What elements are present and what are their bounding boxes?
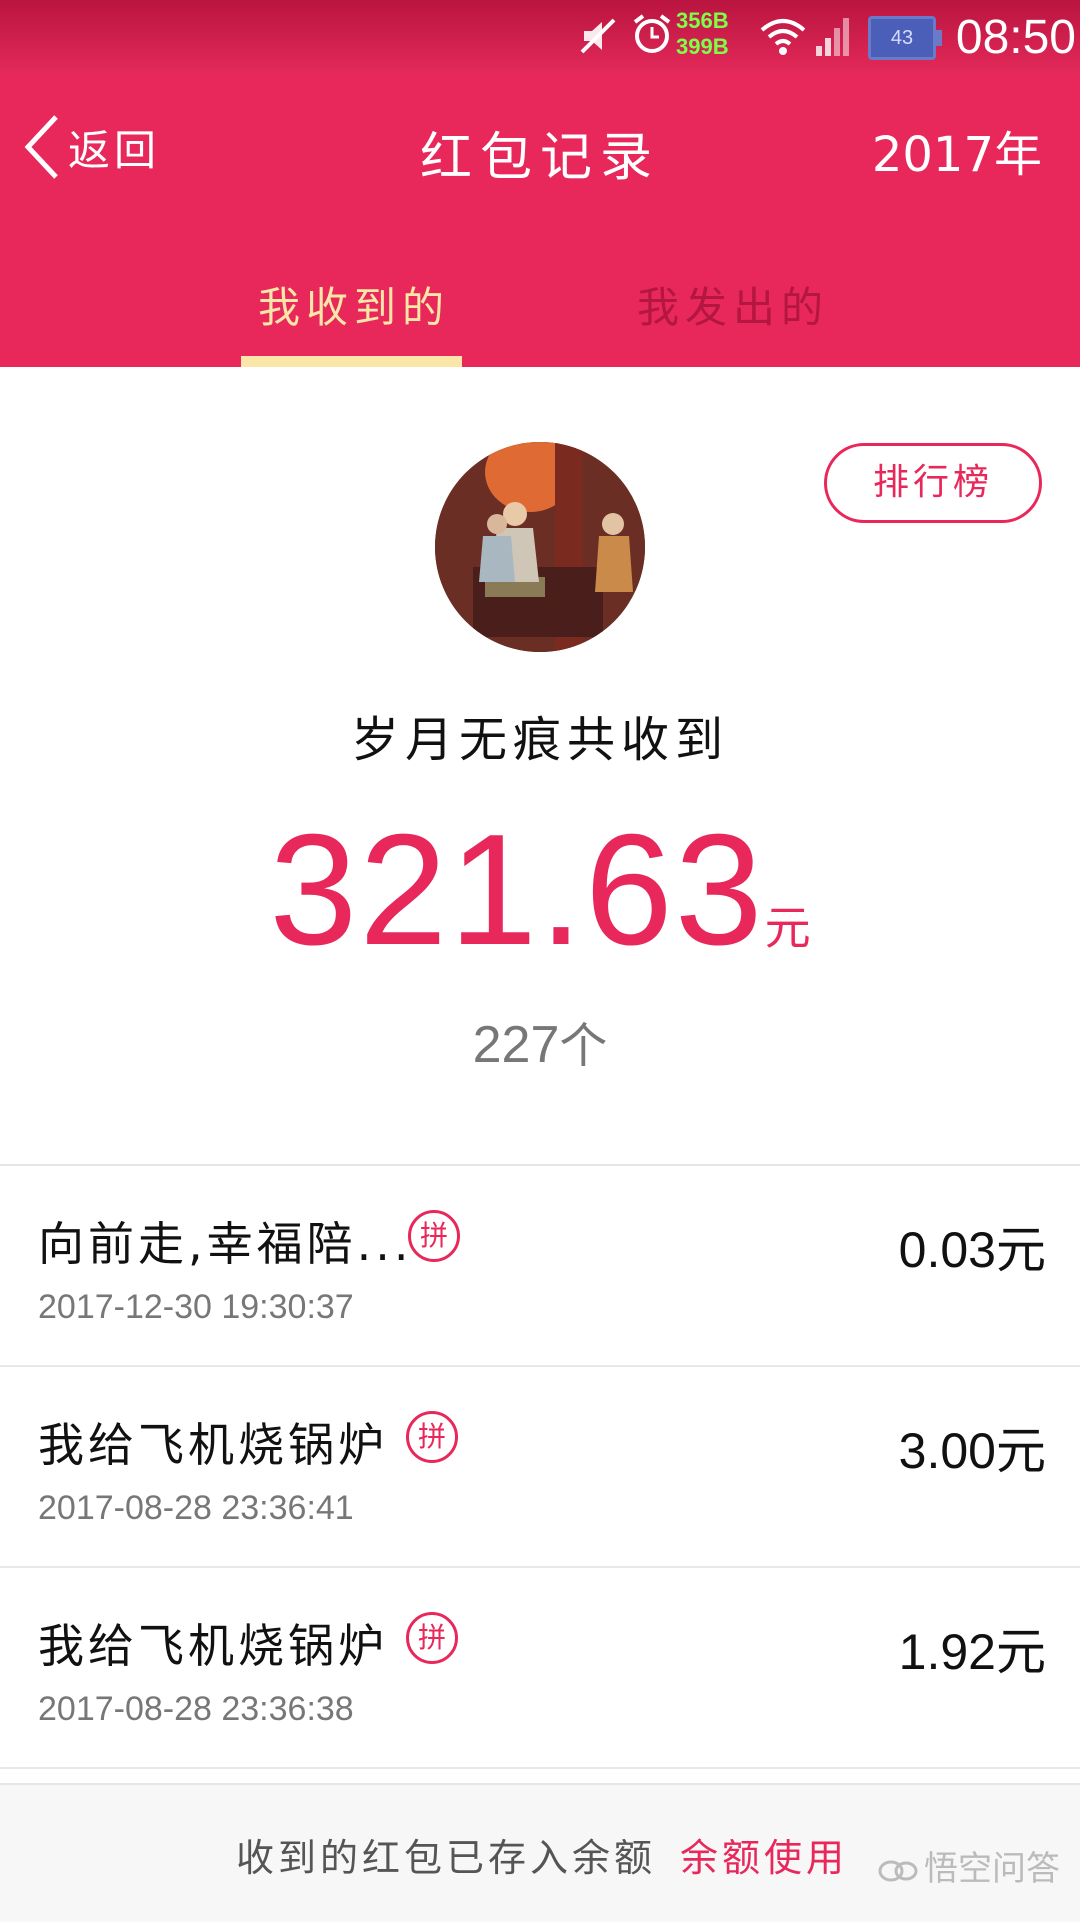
total-amount: 321.63	[269, 802, 765, 978]
leaderboard-button[interactable]: 排行榜	[824, 443, 1042, 523]
record-name: 向前走,幸福陪...	[38, 1217, 413, 1271]
footer-note: 收到的红包已存入余额	[236, 1836, 657, 1880]
record-amount-value: 3.00	[898, 1423, 996, 1479]
network-speed: 356B 399B	[676, 8, 729, 60]
record-list: 向前走,幸福陪... 拼 2017-12-30 19:30:37 0.03元 我…	[0, 1164, 1080, 1769]
record-time: 2017-08-28 23:36:38	[38, 1690, 354, 1728]
status-time: 08:50	[955, 11, 1076, 64]
record-amount-unit: 元	[996, 1422, 1046, 1480]
net-down-rate: 399B	[676, 34, 729, 59]
alarm-icon	[633, 14, 671, 53]
wifi-icon	[760, 19, 806, 55]
record-amount-unit: 元	[996, 1623, 1046, 1681]
list-item[interactable]: 我给飞机烧锅炉 拼 2017-08-28 23:36:38 1.92元	[0, 1568, 1080, 1769]
total-amount-unit: 元	[764, 901, 811, 955]
avatar[interactable]	[435, 442, 645, 652]
net-up-rate: 356B	[676, 8, 729, 33]
record-name: 我给飞机烧锅炉	[38, 1418, 388, 1472]
avatar-image	[435, 442, 645, 652]
tab-sent[interactable]: 我发出的	[637, 274, 829, 335]
record-amount: 3.00元	[899, 1411, 1046, 1483]
record-amount-value: 1.92	[898, 1624, 996, 1680]
record-time: 2017-12-30 19:30:37	[38, 1288, 354, 1326]
total-amount-block: 321.63元	[0, 800, 1080, 981]
tab-received[interactable]: 我收到的	[258, 274, 450, 335]
wukong-logo-icon	[878, 1860, 918, 1881]
group-badge: 拼	[406, 1612, 458, 1664]
packet-count: 227	[472, 1016, 560, 1074]
year-selector[interactable]: 2017年	[872, 115, 1042, 185]
watermark: 悟空问答	[878, 1841, 1060, 1890]
record-amount: 1.92元	[899, 1612, 1046, 1684]
footer-bar: 收到的红包已存入余额 余额使用 悟空问答	[0, 1783, 1080, 1922]
balance-usage-link[interactable]: 余额使用	[680, 1827, 848, 1882]
tab-bar: 我收到的 我发出的	[0, 262, 1080, 367]
list-item[interactable]: 我给飞机烧锅炉 拼 2017-08-28 23:36:41 3.00元	[0, 1367, 1080, 1568]
packet-count-unit: 个	[559, 1018, 608, 1074]
group-badge: 拼	[408, 1210, 460, 1262]
list-item[interactable]: 向前走,幸福陪... 拼 2017-12-30 19:30:37 0.03元	[0, 1166, 1080, 1367]
active-tab-indicator	[241, 356, 462, 367]
packet-count-block: 227个	[0, 1006, 1080, 1076]
battery-icon: 43	[868, 16, 942, 60]
group-badge: 拼	[406, 1411, 458, 1463]
status-bar: 356B 399B 43 08:50	[0, 0, 1080, 75]
record-amount-value: 0.03	[898, 1222, 996, 1278]
record-amount: 0.03元	[899, 1210, 1046, 1282]
watermark-text: 悟空问答	[924, 1849, 1060, 1889]
app-header: 返回 红包记录 2017年	[0, 75, 1080, 225]
signal-icon	[816, 18, 849, 56]
mute-icon	[580, 18, 616, 54]
record-time: 2017-08-28 23:36:41	[38, 1489, 354, 1527]
record-name: 我给飞机烧锅炉	[38, 1619, 388, 1673]
record-amount-unit: 元	[996, 1221, 1046, 1279]
received-total-caption: 岁月无痕共收到	[350, 712, 729, 768]
